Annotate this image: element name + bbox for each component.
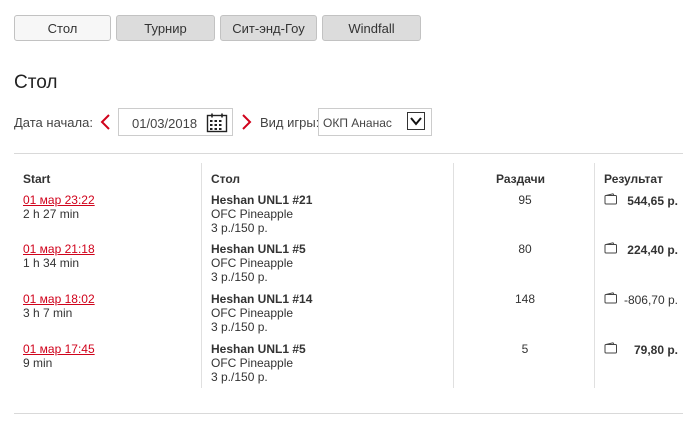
duration: 2 h 27 min: [23, 207, 80, 221]
game-type-select[interactable]: ОКП Ананас: [318, 108, 432, 136]
stakes: 3 р./150 р.: [211, 270, 268, 284]
result-amount: 224,40 р.: [627, 243, 678, 257]
result-amount: -806,70 р.: [623, 293, 678, 307]
duration: 3 h 7 min: [23, 306, 73, 320]
duration: 9 min: [23, 356, 53, 370]
filter-bar: Дата начала: 01/03/2018 Вид игры: ОКП Ан…: [14, 108, 694, 136]
wallet-icon: [604, 242, 617, 254]
result-amount: 79,80 р.: [633, 343, 678, 357]
start-time-link[interactable]: 01 мар 18:02: [23, 292, 95, 306]
start-time-link[interactable]: 01 мар 21:18: [23, 242, 95, 256]
wallet-icon: [604, 193, 617, 205]
calendar-icon[interactable]: [206, 113, 228, 133]
table-row: 01 мар 23:22 2 h 27 min Heshan UNL1 #21 …: [0, 193, 700, 243]
game-type: OFC Pineapple: [211, 306, 294, 320]
dropdown-button[interactable]: [407, 112, 425, 130]
header-result: Результат: [604, 172, 663, 186]
header-hands: Раздачи: [496, 172, 545, 186]
tab-windfall[interactable]: Windfall: [322, 15, 421, 41]
divider-top: [14, 153, 683, 154]
stakes: 3 р./150 р.: [211, 221, 268, 235]
game-type-label: Вид игры:: [260, 115, 320, 130]
prev-date-arrow-icon[interactable]: [97, 112, 115, 132]
tab-table[interactable]: Стол: [14, 15, 111, 41]
date-label: Дата начала:: [14, 115, 93, 130]
game-type: OFC Pineapple: [211, 356, 294, 370]
table-name: Heshan UNL1 #5: [211, 342, 306, 356]
hands-count: 148: [514, 292, 536, 306]
game-type: OFC Pineapple: [211, 256, 294, 270]
hands-count: 95: [518, 193, 532, 207]
divider-bottom: [14, 413, 683, 414]
date-value: 01/03/2018: [132, 116, 198, 131]
game-type-value: ОКП Ананас: [323, 116, 392, 130]
tab-tournament[interactable]: Турнир: [116, 15, 215, 41]
stakes: 3 р./150 р.: [211, 370, 268, 384]
table-name: Heshan UNL1 #21: [211, 193, 313, 207]
stakes: 3 р./150 р.: [211, 320, 268, 334]
result-amount: 544,65 р.: [627, 194, 678, 208]
wallet-icon: [604, 292, 617, 304]
header-table: Стол: [211, 172, 241, 186]
table-name: Heshan UNL1 #5: [211, 242, 306, 256]
header-start: Start: [23, 172, 51, 186]
chevron-down-icon: [410, 117, 422, 126]
start-time-link[interactable]: 01 мар 17:45: [23, 342, 95, 356]
wallet-icon: [604, 342, 617, 354]
duration: 1 h 34 min: [23, 256, 80, 270]
tab-sit-and-go[interactable]: Сит-энд-Гоу: [220, 15, 317, 41]
table-row: 01 мар 18:02 3 h 7 min Heshan UNL1 #14 O…: [0, 292, 700, 342]
game-type: OFC Pineapple: [211, 207, 294, 221]
table-name: Heshan UNL1 #14: [211, 292, 313, 306]
history-tabs: Стол Турнир Сит-энд-Гоу Windfall: [14, 15, 421, 41]
table-row: 01 мар 21:18 1 h 34 min Heshan UNL1 #5 O…: [0, 242, 700, 292]
next-date-arrow-icon[interactable]: [237, 112, 255, 132]
hands-count: 80: [518, 242, 532, 256]
date-field[interactable]: 01/03/2018: [118, 108, 233, 136]
page-title: Стол: [14, 72, 58, 93]
table-row: 01 мар 17:45 9 min Heshan UNL1 #5 OFC Pi…: [0, 342, 700, 392]
start-time-link[interactable]: 01 мар 23:22: [23, 193, 95, 207]
hands-count: 5: [521, 342, 529, 356]
